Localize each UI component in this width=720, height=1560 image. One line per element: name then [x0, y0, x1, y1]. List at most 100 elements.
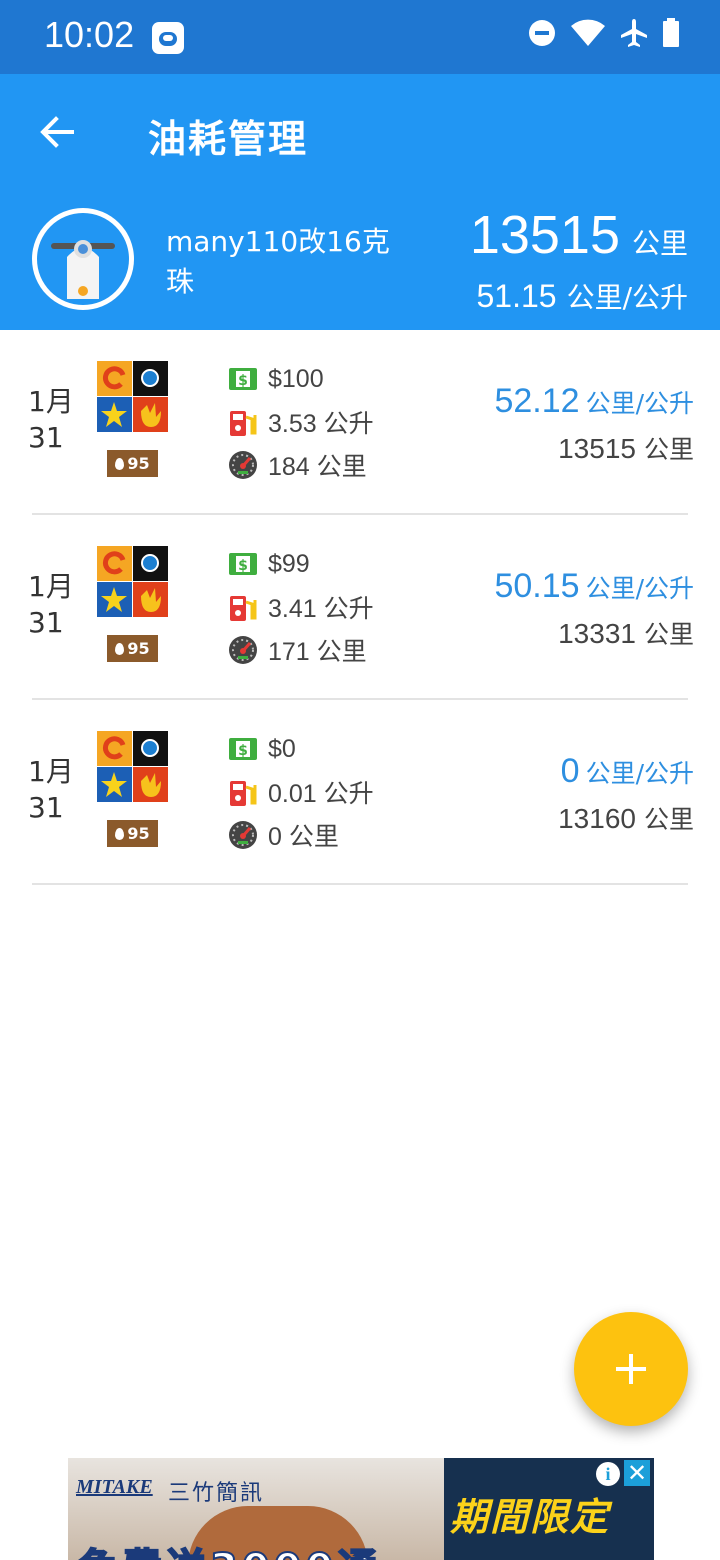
status-icons [528, 18, 680, 48]
octane-value: 95 [127, 454, 150, 473]
octane-value: 95 [127, 824, 150, 843]
ad-brand-cn: 三竹簡訊 [168, 1481, 265, 1506]
back-arrow-icon[interactable] [30, 104, 86, 160]
airplane-mode-icon [621, 19, 647, 47]
money-icon: $ [229, 368, 257, 390]
octane-badge: 95 [107, 820, 158, 847]
fuel-record[interactable]: 1月 31 95 $ $99 3.41 公升 171 公里 50.15 公里/公… [0, 515, 720, 700]
fuel-pump-icon [230, 781, 257, 806]
fuel-record-list: 1月 31 95 $ $100 3.53 公升 184 公里 52.12 公里/… [0, 330, 720, 885]
cost-row: $ $100 [228, 364, 324, 394]
record-efficiency: 0 公里/公升 [561, 752, 694, 791]
fuel-record[interactable]: 1月 31 95 $ $100 3.53 公升 184 公里 52.12 公里/… [0, 330, 720, 515]
page-title: 油耗管理 [148, 117, 309, 161]
do-not-disturb-icon [529, 20, 555, 46]
record-odometer-value: 13515 [558, 433, 636, 464]
status-time: 10:02 [44, 14, 135, 55]
distance-row: 171 公里 [228, 635, 367, 666]
volume-row: 3.53 公升 [228, 407, 374, 438]
add-record-button[interactable] [574, 1312, 688, 1426]
fuel-record[interactable]: 1月 31 95 $ $0 0.01 公升 0 公里 0 公里/公升 13160 [0, 700, 720, 885]
scooter-icon [51, 240, 115, 299]
record-date: 1月 31 [28, 384, 74, 456]
record-efficiency-value: 0 [560, 752, 580, 790]
fuel-pump-icon [230, 596, 257, 621]
money-icon: $ [229, 738, 257, 760]
fuel-drop-icon [115, 642, 125, 655]
record-efficiency-unit: 公里/公升 [585, 389, 694, 418]
total-mileage-unit: 公里 [631, 227, 688, 260]
cost-value: $99 [268, 549, 310, 578]
record-efficiency-unit: 公里/公升 [585, 574, 694, 603]
record-efficiency-value: 50.15 [494, 567, 580, 605]
status-bar: 10:02 [0, 0, 720, 74]
volume-row: 3.41 公升 [228, 592, 374, 623]
record-month: 1月 [28, 570, 74, 603]
volume-value: 0.01 公升 [268, 780, 374, 808]
record-efficiency-unit: 公里/公升 [585, 759, 694, 788]
record-odometer: 13331 公里 [558, 615, 694, 651]
record-date: 1月 31 [28, 569, 74, 641]
vehicle-name: many110改16克珠 [166, 225, 390, 298]
volume-value: 3.41 公升 [268, 595, 374, 623]
record-odometer-unit: 公里 [643, 805, 694, 834]
total-mileage: 13515 公里 [470, 204, 688, 266]
gas-station-brand-logo [97, 361, 168, 432]
octane-badge: 95 [107, 450, 158, 477]
svg-text:$: $ [238, 373, 248, 389]
speedometer-icon [229, 821, 257, 849]
vehicle-avatar[interactable] [32, 208, 134, 310]
wifi-icon [571, 19, 605, 46]
total-mileage-value: 13515 [469, 205, 620, 265]
fuel-drop-icon [115, 827, 125, 840]
average-efficiency-unit: 公里/公升 [566, 281, 688, 314]
app-bar: 油耗管理 many110改16克珠 13515 公里 51.15 公里/公升 [0, 74, 720, 330]
record-day: 31 [28, 606, 64, 639]
cost-value: $100 [268, 364, 324, 393]
distance-value: 171 公里 [268, 638, 367, 666]
distance-value: 0 公里 [268, 823, 339, 851]
record-efficiency-value: 52.12 [494, 382, 580, 420]
speedometer-icon [229, 451, 257, 479]
distance-row: 184 公里 [228, 450, 367, 481]
volume-row: 0.01 公升 [228, 777, 374, 808]
distance-row: 0 公里 [228, 820, 339, 851]
record-odometer: 13515 公里 [558, 430, 694, 466]
ad-limited-text: 期間限定 [450, 1495, 611, 1539]
svg-text:$: $ [238, 743, 248, 759]
battery-icon [663, 18, 679, 47]
volume-value: 3.53 公升 [268, 410, 374, 438]
ad-info-icon[interactable]: i [596, 1462, 620, 1486]
money-icon: $ [229, 553, 257, 575]
record-odometer-unit: 公里 [643, 620, 694, 649]
record-odometer-unit: 公里 [643, 435, 694, 464]
record-odometer-value: 13160 [558, 803, 636, 834]
average-efficiency-value: 51.15 [476, 278, 557, 314]
record-month: 1月 [28, 385, 74, 418]
cost-value: $0 [268, 734, 296, 763]
octane-badge: 95 [107, 635, 158, 662]
record-efficiency: 52.12 公里/公升 [494, 382, 694, 421]
ad-brand: MITAKE [76, 1476, 153, 1498]
cost-row: $ $99 [228, 549, 310, 579]
gas-station-brand-logo [97, 546, 168, 617]
fuel-pump-icon [230, 411, 257, 436]
gas-station-brand-logo [97, 731, 168, 802]
record-day: 31 [28, 421, 64, 454]
speedometer-icon [229, 636, 257, 664]
average-efficiency: 51.15 公里/公升 [476, 276, 688, 316]
record-day: 31 [28, 791, 64, 824]
record-date: 1月 31 [28, 754, 74, 826]
octane-value: 95 [127, 639, 150, 658]
record-month: 1月 [28, 755, 74, 788]
fuel-drop-icon [115, 457, 125, 470]
distance-value: 184 公里 [268, 453, 367, 481]
cost-row: $ $0 [228, 734, 296, 764]
svg-text:$: $ [238, 558, 248, 574]
ad-close-icon[interactable]: ✕ [624, 1460, 650, 1486]
record-odometer: 13160 公里 [558, 800, 694, 836]
record-odometer-value: 13331 [558, 618, 636, 649]
ad-promo-text: 免費送3000通 [77, 1536, 381, 1560]
record-efficiency: 50.15 公里/公升 [494, 567, 694, 606]
ad-banner[interactable]: MITAKE 三竹簡訊 免費送3000通 期間限定 i ✕ [68, 1458, 654, 1560]
